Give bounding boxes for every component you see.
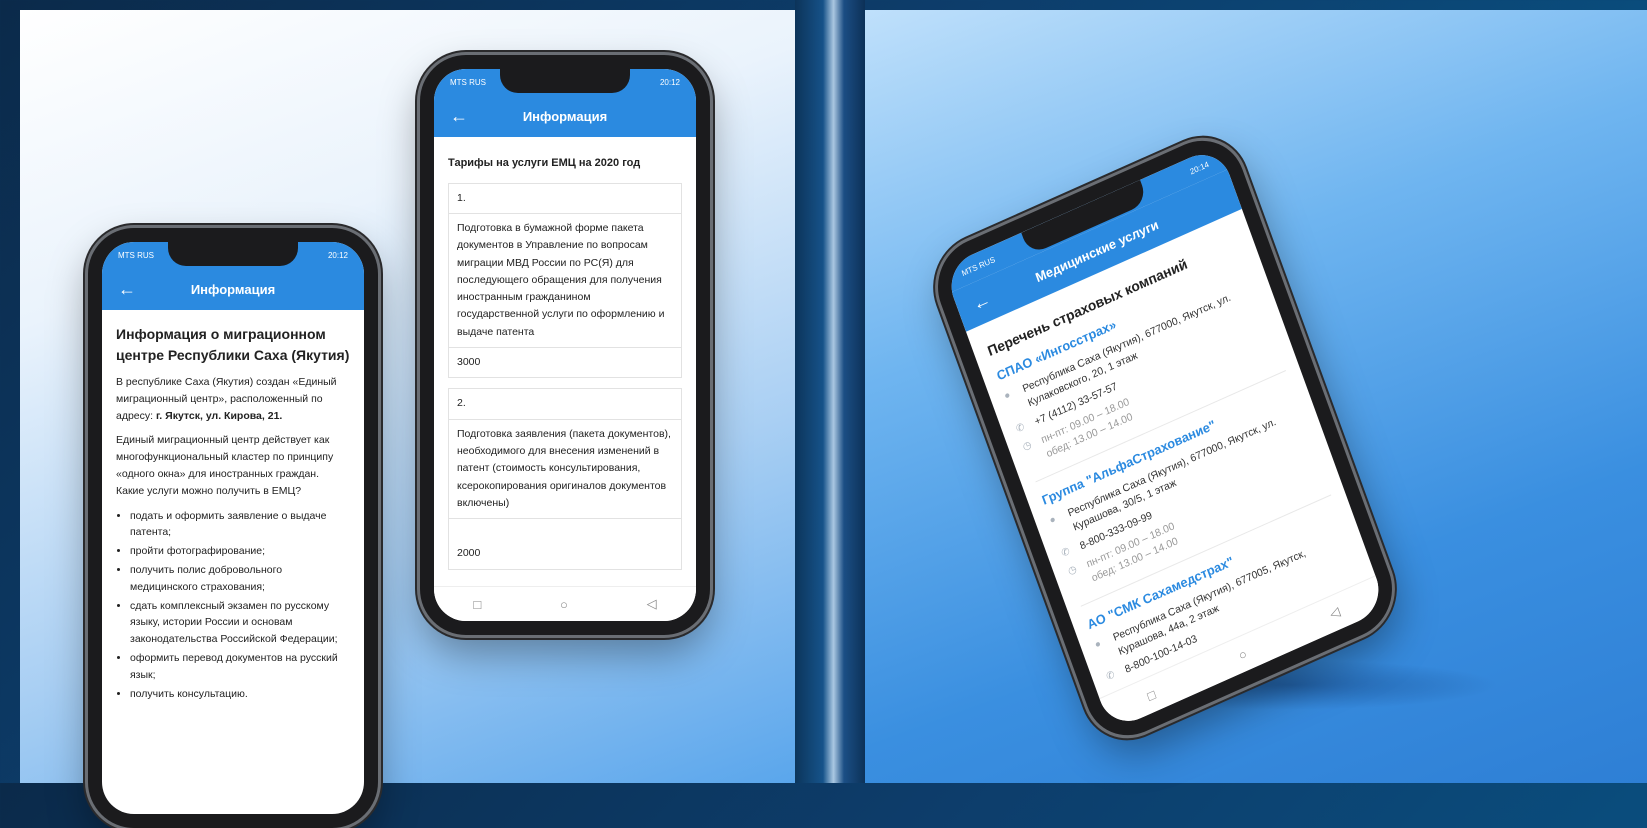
back-icon[interactable]: ◁ — [1328, 603, 1343, 622]
location-pin-icon: ● — [1048, 513, 1058, 527]
location-pin-icon: ● — [1002, 389, 1013, 403]
list-item: оформить перевод документов на русский я… — [130, 650, 350, 684]
list-item: подать и оформить заявление о выдаче пат… — [130, 508, 350, 542]
clock: 20:14 — [1188, 159, 1210, 176]
list-item: сдать комплексный экзамен по русскому яз… — [130, 598, 350, 648]
home-icon[interactable]: ○ — [560, 597, 568, 612]
app-bar: ← Информация — [102, 268, 364, 310]
phone-notch — [500, 69, 630, 93]
description-paragraph: Единый миграционный центр действует как … — [116, 434, 334, 497]
back-arrow-icon[interactable]: ← — [955, 282, 1008, 322]
services-list: подать и оформить заявление о выдаче пат… — [116, 508, 350, 703]
clock-icon: ◷ — [1021, 439, 1034, 454]
back-arrow-icon[interactable]: ← — [434, 106, 484, 127]
operator-label: MTS RUS — [118, 250, 154, 260]
info-content: Информация о миграционном центре Республ… — [102, 310, 364, 714]
phone-migration-info: MTS RUS 20:12 ← Информация Информация о … — [88, 228, 378, 828]
back-icon[interactable]: ◁ — [647, 596, 657, 612]
page-heading: Информация о миграционном центре Республ… — [116, 326, 350, 363]
phone-icon: ✆ — [1105, 669, 1117, 684]
phone-icon: ✆ — [1014, 421, 1027, 435]
phone-screen: MTS RUS 20:12 ← Информация Информация о … — [102, 242, 364, 814]
phone-screen: MTS RUS 20:12 ← Информация Тарифы на усл… — [434, 69, 696, 621]
operator-label: MTS RUS — [450, 77, 486, 87]
tariffs-title: Тарифы на услуги ЕМЦ на 2020 год — [448, 157, 641, 169]
clock: 20:12 — [659, 77, 680, 87]
tariffs-content: Тарифы на услуги ЕМЦ на 2020 год 1. Подг… — [434, 137, 696, 580]
tariff-price: 2000 — [448, 518, 682, 570]
app-bar: ← Информация — [434, 95, 696, 137]
location-pin-icon: ● — [1093, 638, 1103, 652]
tariff-description: Подготовка заявления (пакета документов)… — [448, 418, 682, 520]
phone-tariffs: MTS RUS 20:12 ← Информация Тарифы на усл… — [420, 55, 710, 635]
tariff-price: 3000 — [448, 347, 682, 379]
clock: 20:12 — [327, 250, 348, 260]
phone-icon: ✆ — [1059, 545, 1072, 560]
home-icon[interactable]: ○ — [1236, 645, 1248, 662]
tariff-number: 1. — [448, 182, 682, 214]
list-item: получить консультацию. — [130, 686, 350, 703]
recent-apps-icon[interactable]: □ — [473, 597, 481, 612]
intro-paragraph: В республике Саха (Якутия) создан «Едины… — [116, 374, 350, 424]
tariff-description: Подготовка в бумажной форме пакета докум… — [448, 212, 682, 349]
list-item: пройти фотографирование; — [130, 543, 350, 560]
phone-notch — [168, 242, 298, 266]
android-nav-bar: □ ○ ◁ — [434, 586, 696, 621]
intro-address: г. Якутск, ул. Кирова, 21. — [155, 409, 283, 422]
recent-apps-icon[interactable]: □ — [1145, 686, 1157, 703]
background-light-streak — [795, 0, 865, 783]
clock-icon: ◷ — [1066, 563, 1079, 578]
tariff-number: 2. — [448, 388, 682, 420]
back-arrow-icon[interactable]: ← — [102, 279, 152, 300]
list-item: получить полис добровольного медицинског… — [130, 562, 350, 596]
